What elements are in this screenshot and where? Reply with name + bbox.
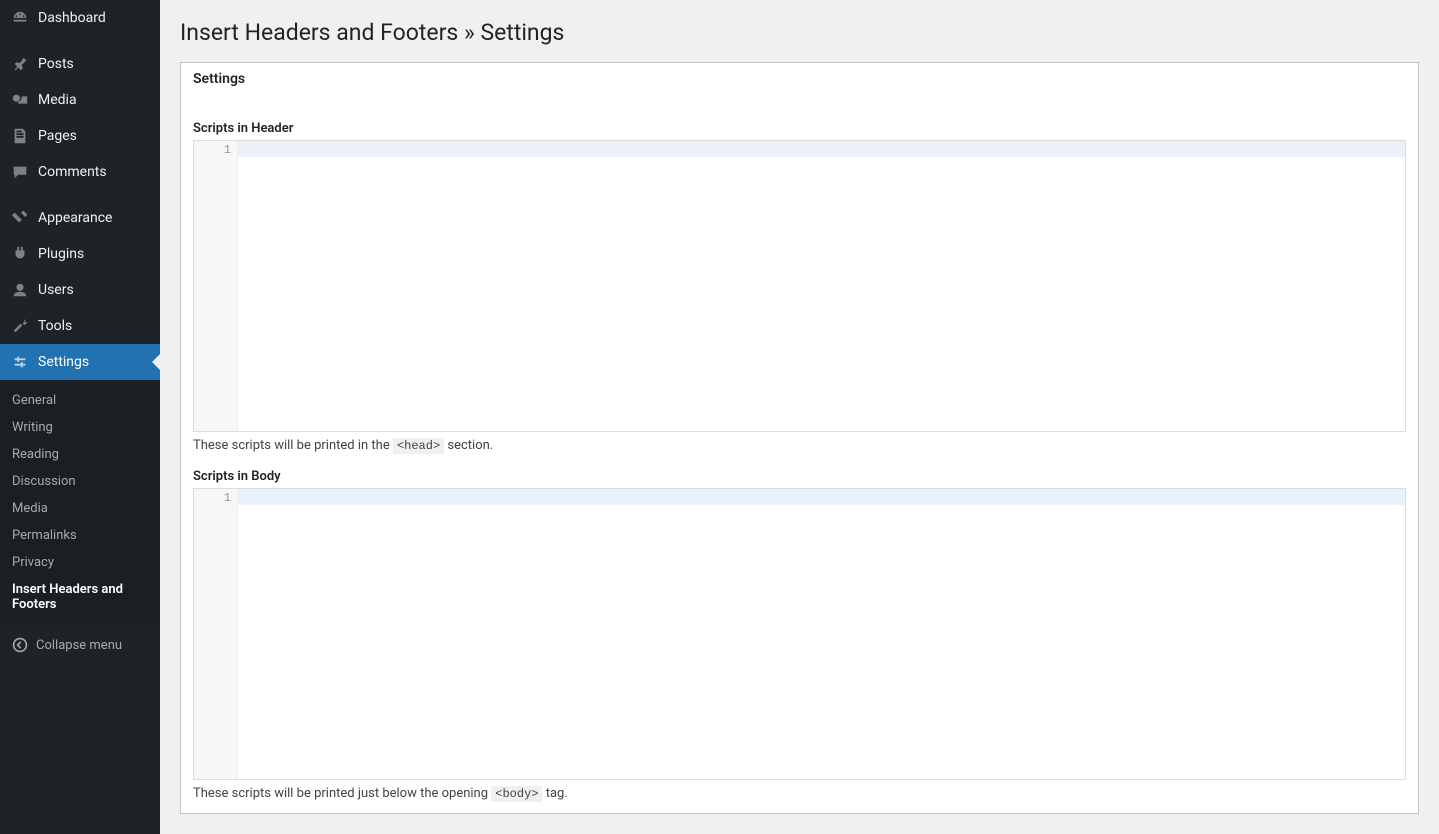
dashboard-icon [10,8,30,28]
submenu-item-media[interactable]: Media [0,495,160,522]
main-content: Insert Headers and Footers » Settings Se… [160,0,1439,834]
sidebar-item-users[interactable]: Users [0,272,160,308]
collapse-label: Collapse menu [36,638,122,653]
editor-gutter: 1 [194,141,238,431]
sidebar-item-label: Tools [38,318,72,334]
body-scripts-description: These scripts will be printed just below… [193,786,1406,801]
sidebar-item-pages[interactable]: Pages [0,118,160,154]
media-icon [10,90,30,110]
sidebar-item-tools[interactable]: Tools [0,308,160,344]
collapse-menu-button[interactable]: Collapse menu [0,625,160,665]
body-scripts-input[interactable] [238,489,1405,779]
sidebar-item-comments[interactable]: Comments [0,154,160,190]
header-scripts-label: Scripts in Header [193,121,1406,136]
submenu-item-discussion[interactable]: Discussion [0,468,160,495]
submenu-item-privacy[interactable]: Privacy [0,549,160,576]
tools-icon [10,316,30,336]
sidebar-item-settings[interactable]: Settings [0,344,160,380]
editor-gutter: 1 [194,489,238,779]
sidebar-item-label: Media [38,92,77,108]
submenu-item-permalinks[interactable]: Permalinks [0,522,160,549]
pin-icon [10,54,30,74]
submenu-item-insert-headers-footers[interactable]: Insert Headers and Footers [0,576,160,618]
sidebar-item-label: Posts [38,56,74,72]
sidebar-item-label: Dashboard [38,10,106,26]
body-scripts-label: Scripts in Body [193,469,1406,484]
header-scripts-input[interactable] [238,141,1405,431]
sidebar-item-label: Pages [38,128,77,144]
collapse-icon [10,635,30,655]
settings-icon [10,352,30,372]
sidebar-item-label: Plugins [38,246,84,262]
sidebar-item-label: Comments [38,164,107,180]
header-scripts-editor: 1 [193,140,1406,432]
submenu-item-general[interactable]: General [0,387,160,414]
submenu-item-reading[interactable]: Reading [0,441,160,468]
submenu-item-writing[interactable]: Writing [0,414,160,441]
line-number: 1 [194,143,231,157]
header-scripts-description: These scripts will be printed in the <he… [193,438,1406,453]
plugins-icon [10,244,30,264]
sidebar-item-appearance[interactable]: Appearance [0,200,160,236]
panel-body: Scripts in Header 1 These scripts will b… [181,95,1418,813]
sidebar-item-plugins[interactable]: Plugins [0,236,160,272]
panel-title: Settings [181,63,1418,95]
pages-icon [10,126,30,146]
sidebar-item-label: Appearance [38,210,112,226]
sidebar-item-posts[interactable]: Posts [0,46,160,82]
sidebar-item-dashboard[interactable]: Dashboard [0,0,160,36]
appearance-icon [10,208,30,228]
sidebar-item-label: Users [38,282,74,298]
sidebar-item-media[interactable]: Media [0,82,160,118]
admin-sidebar: Dashboard Posts Media Pages Comments App… [0,0,160,834]
body-scripts-editor: 1 [193,488,1406,780]
page-title: Insert Headers and Footers » Settings [180,10,1419,62]
line-number: 1 [194,491,231,505]
sidebar-item-label: Settings [38,354,89,370]
settings-panel: Settings Scripts in Header 1 These scrip… [180,62,1419,814]
settings-submenu: General Writing Reading Discussion Media… [0,380,160,625]
comments-icon [10,162,30,182]
users-icon [10,280,30,300]
